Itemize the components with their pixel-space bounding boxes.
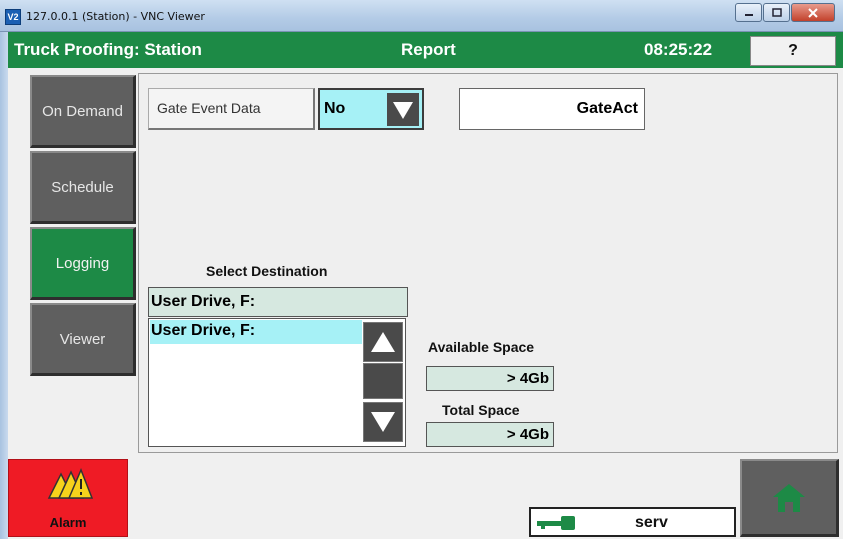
alarm-button[interactable]: Alarm — [8, 459, 128, 537]
total-space-value: > 4Gb — [426, 422, 554, 447]
vnc-logo-icon: V2 — [5, 9, 21, 25]
scrollbar-track[interactable] — [363, 363, 403, 399]
user-field[interactable]: serv — [529, 507, 736, 537]
window-frame — [0, 32, 8, 539]
clock: 08:25:22 — [644, 40, 713, 59]
gate-event-label: Gate Event Data — [148, 88, 315, 130]
window-titlebar: V2 127.0.0.1 (Station) - VNC Viewer — [0, 0, 843, 32]
maximize-button[interactable] — [763, 3, 790, 22]
scroll-up-button[interactable] — [363, 322, 403, 362]
minimize-button[interactable] — [735, 3, 762, 22]
select-destination-title: Select Destination — [206, 263, 328, 279]
help-button[interactable]: ? — [750, 36, 836, 66]
nav-on-demand[interactable]: On Demand — [30, 75, 136, 148]
alarm-label: Alarm — [49, 515, 87, 530]
destination-field[interactable]: User Drive, F: — [148, 287, 408, 317]
gate-event-select[interactable]: No — [318, 88, 424, 130]
gate-name-field[interactable]: GateAct — [459, 88, 645, 130]
gate-dropdown-button[interactable] — [387, 93, 419, 126]
total-space-label: Total Space — [442, 402, 520, 418]
home-button[interactable] — [740, 459, 839, 537]
scroll-down-button[interactable] — [363, 402, 403, 442]
key-icon — [537, 516, 575, 530]
list-item[interactable]: User Drive, F: — [150, 320, 362, 344]
nav-on-demand-label: On Demand — [42, 102, 123, 120]
app-header: Truck Proofing: Station Report 08:25:22 … — [8, 32, 843, 68]
close-icon — [808, 7, 818, 18]
gate-event-value: No — [324, 100, 346, 117]
page-title: Report — [401, 40, 456, 59]
scroll-up-icon — [371, 332, 395, 352]
user-name: serv — [635, 514, 668, 531]
window-controls — [734, 3, 835, 22]
nav-viewer[interactable]: Viewer — [30, 303, 136, 376]
nav-logging[interactable]: Logging — [30, 227, 136, 300]
available-space-value: > 4Gb — [426, 366, 554, 391]
app-title: Truck Proofing: Station — [14, 40, 202, 59]
nav-viewer-label: Viewer — [59, 330, 106, 348]
warning-icon — [47, 468, 93, 499]
nav-schedule-label: Schedule — [51, 178, 114, 196]
nav-logging-label: Logging — [55, 254, 110, 272]
window-title: 127.0.0.1 (Station) - VNC Viewer — [26, 10, 205, 23]
minimize-icon — [744, 13, 753, 16]
close-button[interactable] — [791, 3, 835, 22]
available-space-label: Available Space — [428, 339, 535, 355]
scroll-down-icon — [371, 412, 395, 432]
chevron-down-icon — [393, 101, 413, 119]
nav-schedule[interactable]: Schedule — [30, 151, 136, 224]
home-icon — [773, 483, 805, 512]
maximize-icon — [771, 8, 782, 17]
